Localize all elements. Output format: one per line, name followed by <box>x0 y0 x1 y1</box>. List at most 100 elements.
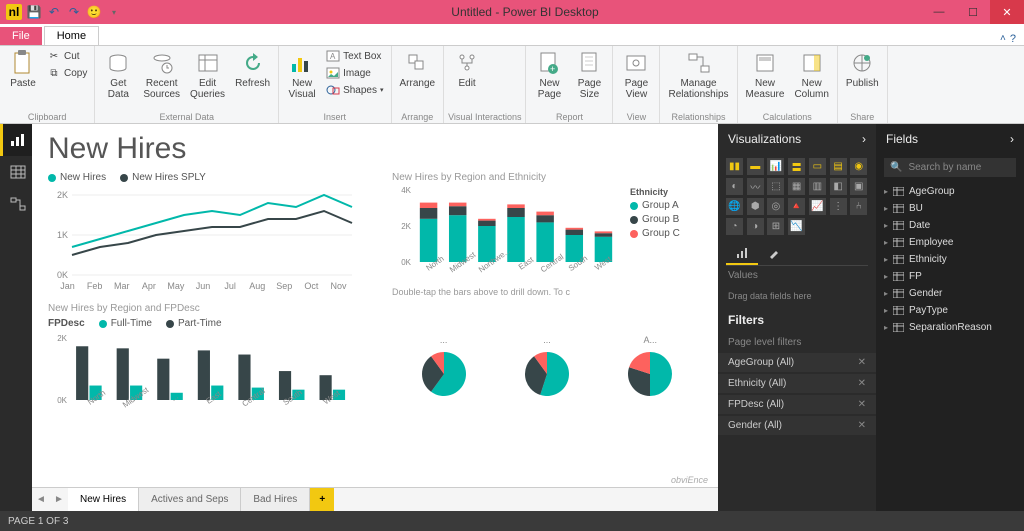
viz-type-16[interactable]: ◎ <box>767 198 784 215</box>
smiley-icon[interactable]: 🙂 <box>86 4 102 20</box>
viz-type-9[interactable]: ⬚ <box>767 178 784 195</box>
data-view-button[interactable] <box>0 156 32 188</box>
viz-type-12[interactable]: ◧ <box>830 178 847 195</box>
help-icon[interactable]: ? <box>1010 33 1016 45</box>
viz-type-6[interactable]: ◉ <box>850 158 867 175</box>
search-input[interactable]: 🔍Search by name <box>884 158 1016 177</box>
stacked-bar-visual[interactable]: New Hires by Region and Ethnicity 0K2K4K… <box>392 172 702 297</box>
viz-type-19[interactable]: ⋮ <box>830 198 847 215</box>
field-gender[interactable]: ▸Gender <box>876 285 1024 302</box>
edit-queries-button[interactable]: Edit Queries <box>186 48 229 102</box>
publish-button[interactable]: Publish <box>842 48 883 91</box>
field-paytype[interactable]: ▸PayType <box>876 302 1024 319</box>
redo-icon[interactable]: ↷ <box>66 4 82 20</box>
close-button[interactable]: ✕ <box>990 0 1024 24</box>
arrange-button[interactable]: Arrange <box>396 48 440 91</box>
page-view-button[interactable]: Page View <box>617 48 655 102</box>
viz-type-24[interactable]: 📉 <box>788 218 805 235</box>
prev-page-icon[interactable]: ◄ <box>32 488 50 511</box>
maximize-button[interactable]: ☐ <box>956 0 990 24</box>
viz-type-4[interactable]: ▭ <box>809 158 826 175</box>
page-size-button[interactable]: Page Size <box>570 48 608 102</box>
new-column-button[interactable]: New Column <box>790 48 832 102</box>
save-icon[interactable]: 💾 <box>26 4 42 20</box>
pie-visuals[interactable]: ... ... A... <box>392 303 702 421</box>
viz-type-8[interactable]: 〰 <box>747 178 764 195</box>
fields-tab[interactable] <box>726 243 758 265</box>
remove-filter-icon[interactable]: ✕ <box>858 357 866 368</box>
filter-agegroup[interactable]: AgeGroup (All)✕ <box>718 353 876 372</box>
svg-text:1K: 1K <box>57 230 68 240</box>
get-data-button[interactable]: Get Data <box>99 48 137 102</box>
viz-type-21[interactable]: ◔ <box>726 218 743 235</box>
field-agegroup[interactable]: ▸AgeGroup <box>876 183 1024 200</box>
remove-filter-icon[interactable]: ✕ <box>858 399 866 410</box>
viz-type-18[interactable]: 📈 <box>809 198 826 215</box>
viz-type-15[interactable]: ⬢ <box>747 198 764 215</box>
filter-fpdesc[interactable]: FPDesc (All)✕ <box>718 395 876 414</box>
format-tab[interactable] <box>758 243 790 265</box>
undo-icon[interactable]: ↶ <box>46 4 62 20</box>
remove-filter-icon[interactable]: ✕ <box>858 378 866 389</box>
svg-text:4K: 4K <box>401 187 411 195</box>
minimize-button[interactable]: — <box>922 0 956 24</box>
menu-tabs: File Home ˄ ? <box>0 24 1024 46</box>
viz-type-5[interactable]: ▤ <box>830 158 847 175</box>
field-separationreason[interactable]: ▸SeparationReason <box>876 319 1024 336</box>
status-bar: PAGE 1 OF 3 <box>0 511 1024 531</box>
filter-gender[interactable]: Gender (All)✕ <box>718 416 876 435</box>
viz-type-0[interactable]: ▮▮ <box>726 158 743 175</box>
viz-type-11[interactable]: ▥ <box>809 178 826 195</box>
new-page-button[interactable]: +New Page <box>530 48 568 102</box>
cut-button[interactable]: ✂Cut <box>44 48 90 64</box>
viz-type-14[interactable]: 🌐 <box>726 198 743 215</box>
field-employee[interactable]: ▸Employee <box>876 234 1024 251</box>
viz-type-7[interactable]: ◐ <box>726 178 743 195</box>
model-view-button[interactable] <box>0 188 32 220</box>
shapes-button[interactable]: Shapes ▾ <box>323 82 386 98</box>
tab-bad-hires[interactable]: Bad Hires <box>241 488 310 511</box>
new-visual-button[interactable]: New Visual <box>283 48 321 102</box>
recent-sources-button[interactable]: Recent Sources <box>139 48 184 102</box>
viz-type-22[interactable]: ◑ <box>747 218 764 235</box>
field-bu[interactable]: ▸BU <box>876 200 1024 217</box>
viz-type-20[interactable]: ⑃ <box>850 198 867 215</box>
viz-type-1[interactable]: ▬ <box>747 158 764 175</box>
report-view-button[interactable] <box>0 124 32 156</box>
edit-interactions-button[interactable]: Edit <box>448 48 486 91</box>
filter-ethnicity[interactable]: Ethnicity (All)✕ <box>718 374 876 393</box>
svg-text:0K: 0K <box>401 258 411 265</box>
collapse-fields-icon[interactable]: › <box>1010 132 1014 146</box>
viz-type-17[interactable]: 🔺 <box>788 198 805 215</box>
field-date[interactable]: ▸Date <box>876 217 1024 234</box>
file-menu[interactable]: File <box>0 27 42 45</box>
viz-type-2[interactable]: 📊 <box>767 158 784 175</box>
manage-relationships-button[interactable]: Manage Relationships <box>664 48 732 102</box>
remove-filter-icon[interactable]: ✕ <box>858 420 866 431</box>
viz-type-10[interactable]: ▦ <box>788 178 805 195</box>
home-tab[interactable]: Home <box>44 26 99 45</box>
refresh-button[interactable]: Refresh <box>231 48 274 91</box>
qat-dropdown-icon[interactable]: ▾ <box>106 4 122 20</box>
field-ethnicity[interactable]: ▸Ethnicity <box>876 251 1024 268</box>
viz-type-3[interactable]: 〓 <box>788 158 805 175</box>
report-canvas: New Hires New Hires New Hires SPLY 0K1K2… <box>32 124 718 511</box>
svg-text:0K: 0K <box>57 270 68 279</box>
image-button[interactable]: Image <box>323 65 386 81</box>
copy-button[interactable]: ⧉Copy <box>44 65 90 81</box>
viz-type-23[interactable]: ⊞ <box>767 218 784 235</box>
new-measure-button[interactable]: New Measure <box>742 48 789 102</box>
paste-button[interactable]: Paste <box>4 48 42 91</box>
tab-new-hires[interactable]: New Hires <box>68 488 139 511</box>
collapse-ribbon-icon[interactable]: ˄ <box>1000 33 1006 45</box>
next-page-icon[interactable]: ► <box>50 488 68 511</box>
add-page-button[interactable]: + <box>310 488 334 511</box>
tab-actives-seps[interactable]: Actives and Seps <box>139 488 241 511</box>
viz-type-13[interactable]: ▣ <box>850 178 867 195</box>
values-dropzone[interactable]: Drag data fields here <box>718 285 876 307</box>
field-fp[interactable]: ▸FP <box>876 268 1024 285</box>
textbox-button[interactable]: AText Box <box>323 48 386 64</box>
collapse-viz-icon[interactable]: › <box>862 132 866 146</box>
line-chart-visual[interactable]: New Hires New Hires SPLY 0K1K2K JanFebMa… <box>48 172 358 297</box>
grouped-bar-visual[interactable]: New Hires by Region and FPDesc FPDesc Fu… <box>48 303 358 421</box>
